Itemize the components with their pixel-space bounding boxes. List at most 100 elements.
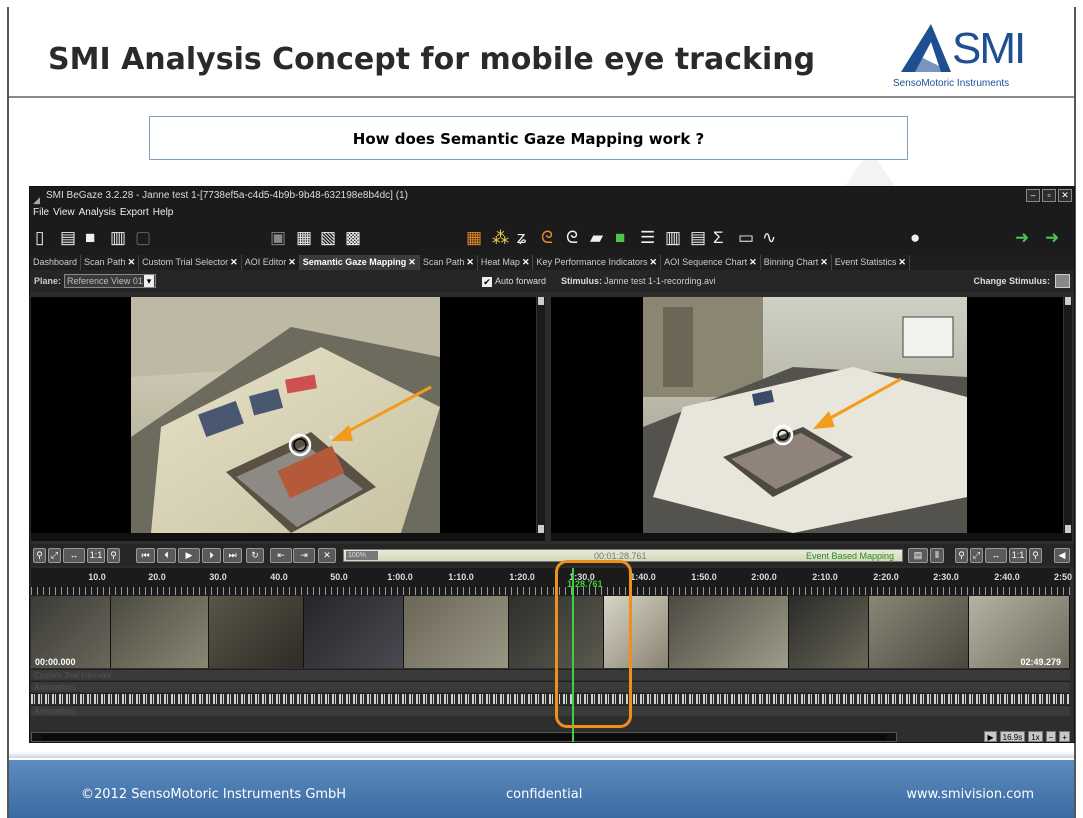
tab-semantic-gaze-mapping[interactable]: Semantic Gaze Mapping ✕ xyxy=(299,255,420,270)
zoom-in-right-icon[interactable]: ⚲ xyxy=(1029,548,1042,563)
fit-width-right-icon[interactable]: ↔ xyxy=(985,548,1007,563)
tab-key-performance-indicators[interactable]: Key Performance Indicators ✕ xyxy=(533,255,662,270)
new-file-icon[interactable]: ▯ xyxy=(35,228,44,248)
close-tab-icon[interactable]: ✕ xyxy=(898,255,906,270)
zoom-out-right-icon[interactable]: ⚲ xyxy=(955,548,968,563)
fit-icon[interactable]: ⤢ xyxy=(48,548,61,563)
binning-chart-icon[interactable]: ▥ xyxy=(665,228,681,248)
zoom-window-dropdown[interactable]: 16.9s xyxy=(999,731,1026,742)
menu-help[interactable]: Help xyxy=(153,205,174,221)
export-events-icon[interactable]: ➜ xyxy=(1045,228,1059,248)
play-timeline-icon[interactable]: ▶ xyxy=(984,731,997,742)
close-tab-icon[interactable]: ✕ xyxy=(230,255,238,270)
tab-scan-path[interactable]: Scan Path ✕ xyxy=(81,255,140,270)
minimize-icon[interactable]: – xyxy=(1026,189,1040,202)
zoom-in-icon[interactable]: ⚲ xyxy=(107,548,120,563)
signal-icon[interactable]: ∿ xyxy=(762,228,776,248)
loop-icon[interactable]: ↻ xyxy=(246,548,264,563)
sync-view-icon[interactable]: ⫴ xyxy=(930,548,944,563)
volume-icon[interactable]: ◀ xyxy=(1054,548,1070,563)
time-ruler[interactable]: 10.0 20.0 30.0 40.0 50.0 1:00.0 1:10.0 1… xyxy=(31,568,1072,596)
close-tab-icon[interactable]: ✕ xyxy=(288,255,296,270)
tab-custom-trial-selector[interactable]: Custom Trial Selector ✕ xyxy=(139,255,242,270)
export-raw-icon[interactable]: ➜ xyxy=(1015,228,1029,248)
tab-aoi-editor[interactable]: AOI Editor ✕ xyxy=(242,255,300,270)
comment-icon[interactable]: ● xyxy=(910,228,920,248)
tab-heat-map[interactable]: Heat Map ✕ xyxy=(478,255,534,270)
next-event-icon[interactable]: ⇥ xyxy=(293,548,315,563)
clapper-icon[interactable]: ▦ xyxy=(296,228,312,248)
tab-dashboard[interactable]: Dashboard xyxy=(30,255,82,270)
zoom-out-icon[interactable]: ⚲ xyxy=(33,548,46,563)
change-stimulus-button[interactable] xyxy=(1055,274,1070,288)
ase-icon[interactable]: ▭ xyxy=(738,228,754,248)
zoom-out-timeline-icon[interactable]: − xyxy=(1045,731,1057,742)
tab-event-statistics[interactable]: Event Statistics ✕ xyxy=(832,255,910,270)
actual-size-right-icon[interactable]: 1:1 xyxy=(1009,548,1027,563)
skip-start-icon[interactable]: ⏮ xyxy=(136,548,155,563)
focus-map-icon[interactable]: ᘓ xyxy=(541,228,553,248)
tab-aoi-sequence-chart[interactable]: AOI Sequence Chart ✕ xyxy=(661,255,761,270)
grid-analysis-icon[interactable]: ▦ xyxy=(466,228,482,248)
close-tab-icon[interactable]: ✕ xyxy=(749,255,757,270)
save-icon[interactable]: ■ xyxy=(85,228,95,248)
track-custom-trial-intervals[interactable]: Custom Trial Intervals xyxy=(31,669,1070,680)
timeline-scroll-thumb[interactable] xyxy=(42,734,886,740)
auto-forward-checkbox[interactable]: ✔ Auto forward xyxy=(482,270,546,292)
reference-hscrollbar[interactable] xyxy=(31,533,545,541)
plane-dropdown[interactable]: Reference View 01 xyxy=(64,274,156,288)
print-icon[interactable]: ▥ xyxy=(110,228,126,248)
fit-right-icon[interactable]: ⤢ xyxy=(970,548,983,563)
track-gaze-events[interactable] xyxy=(31,693,1070,704)
zoom-in-timeline-icon[interactable]: + xyxy=(1059,731,1070,742)
previous-event-icon[interactable]: ⇤ xyxy=(270,548,292,563)
menu-file[interactable]: File xyxy=(33,205,49,221)
track-annotations[interactable]: Annotations xyxy=(31,681,1070,692)
book-icon[interactable]: ▩ xyxy=(345,228,361,248)
scan-path-icon[interactable]: ʑ xyxy=(517,228,526,248)
statistics-icon[interactable]: ▤ xyxy=(690,228,706,248)
tab-scan-path-2[interactable]: Scan Path ✕ xyxy=(420,255,478,270)
reference-view[interactable] xyxy=(31,297,545,533)
split-view-icon[interactable]: ▤ xyxy=(908,548,928,563)
aoi-icon[interactable]: ■ xyxy=(615,228,625,248)
actual-size-icon[interactable]: 1:1 xyxy=(87,548,105,563)
step-back-icon[interactable]: ⏴ xyxy=(157,548,176,563)
remove-mapping-icon[interactable]: ✕ xyxy=(318,548,336,563)
reference-view-scrollbar[interactable] xyxy=(536,297,545,533)
close-tab-icon[interactable]: ✕ xyxy=(522,255,530,270)
close-tab-icon[interactable]: ✕ xyxy=(466,255,474,270)
scene-hscrollbar[interactable] xyxy=(551,533,1072,541)
menu-export[interactable]: Export xyxy=(120,205,149,221)
kpi-icon[interactable]: ▰ xyxy=(590,228,603,248)
fit-width-icon[interactable]: ↔ xyxy=(63,548,85,563)
video-thumbnails[interactable] xyxy=(31,596,1070,668)
export-image-icon[interactable]: ▣ xyxy=(270,228,286,248)
skip-end-icon[interactable]: ⏭ xyxy=(223,548,242,563)
timeline[interactable]: 10.0 20.0 30.0 40.0 50.0 1:00.0 1:10.0 1… xyxy=(30,568,1074,742)
close-tab-icon[interactable]: ✕ xyxy=(128,255,136,270)
trash-icon[interactable]: ▢ xyxy=(135,228,151,248)
step-forward-icon[interactable]: ⏵ xyxy=(202,548,221,563)
footer-website[interactable]: www.smivision.com xyxy=(906,787,1034,802)
tab-binning-chart[interactable]: Binning Chart ✕ xyxy=(761,255,832,270)
scene-video-view[interactable] xyxy=(551,297,1072,533)
bee-swarm-icon[interactable]: ⁂ xyxy=(492,228,509,248)
heat-map-icon[interactable]: ᘓ xyxy=(566,228,578,248)
restore-icon[interactable]: ▫ xyxy=(1042,189,1056,202)
track-annotations-2[interactable]: Annotations xyxy=(31,705,1070,716)
event-statistics-icon[interactable]: Σ xyxy=(713,228,724,248)
edit-stimulus-icon[interactable]: ▧ xyxy=(320,228,336,248)
play-icon[interactable]: ▶ xyxy=(178,548,200,563)
close-tab-icon[interactable]: ✕ xyxy=(650,255,658,270)
close-tab-icon[interactable]: ✕ xyxy=(820,255,828,270)
zoom-dropdown[interactable]: 100% xyxy=(346,551,378,560)
close-icon[interactable]: ✕ xyxy=(1058,189,1072,202)
sequence-chart-icon[interactable]: ☰ xyxy=(640,228,655,248)
speed-dropdown[interactable]: 1x xyxy=(1028,731,1043,742)
timeline-scrollbar[interactable] xyxy=(31,732,897,742)
close-tab-icon[interactable]: ✕ xyxy=(408,255,416,270)
open-folder-icon[interactable]: ▤ xyxy=(60,228,76,248)
menu-view[interactable]: View xyxy=(53,205,75,221)
scene-view-scrollbar[interactable] xyxy=(1063,297,1072,533)
